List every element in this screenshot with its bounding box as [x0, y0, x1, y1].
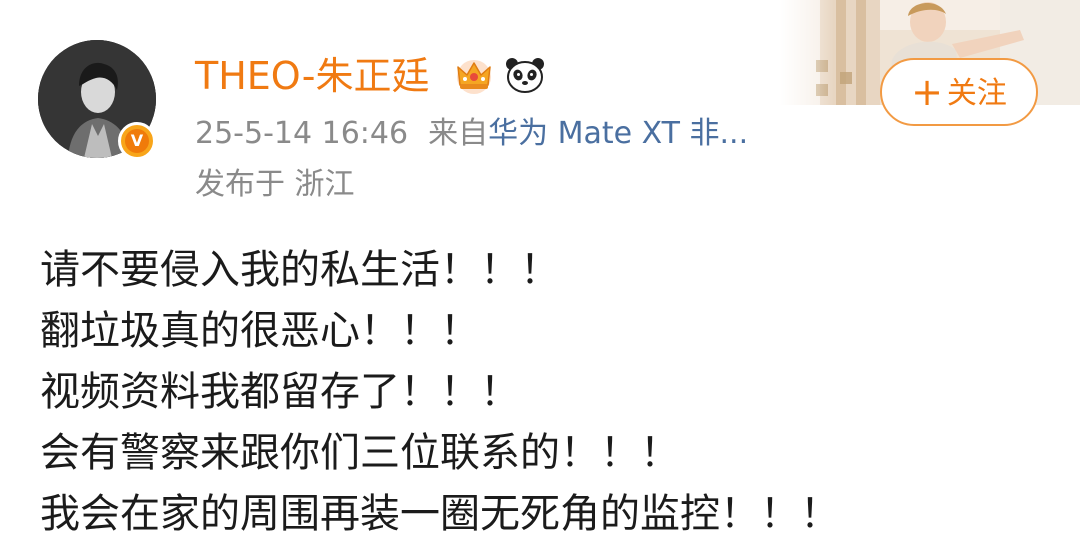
post-line: 视频资料我都留存了！！！: [40, 369, 520, 415]
crown-icon: [457, 60, 491, 94]
plus-icon: +: [911, 70, 943, 114]
post-content: 请不要侵入我的私生活！！！ 翻垃圾真的很恶心！！！ 视频资料我都留存了！！！ 会…: [40, 240, 1040, 545]
post-line: 我会在家的周围再装一圈无死角的监控！！！: [40, 491, 840, 537]
post-meta: 25-5-14 16:46 来自华为 Mate XT 非...: [195, 114, 748, 154]
post-line: 会有警察来跟你们三位联系的！！！: [40, 430, 680, 476]
verified-mark: V: [125, 129, 149, 153]
follow-label: 关注: [946, 76, 1007, 111]
post-source-link[interactable]: 华为 Mate XT 非...: [488, 116, 748, 151]
follow-button[interactable]: + 关注: [880, 58, 1038, 126]
weibo-post: V THEO-朱正廷 25-5-14 16:46 来自华为 Mate XT 非..…: [0, 0, 1080, 558]
post-timestamp[interactable]: 25-5-14 16:46: [195, 116, 408, 151]
verified-badge: V: [118, 122, 156, 160]
post-location: 发布于 浙江: [195, 167, 355, 202]
post-line: 请不要侵入我的私生活！！！: [40, 247, 560, 293]
post-line: 翻垃圾真的很恶心！！！: [40, 308, 480, 354]
panda-icon: [506, 58, 544, 93]
source-prefix: 来自: [428, 116, 489, 151]
username[interactable]: THEO-朱正廷: [195, 52, 429, 100]
